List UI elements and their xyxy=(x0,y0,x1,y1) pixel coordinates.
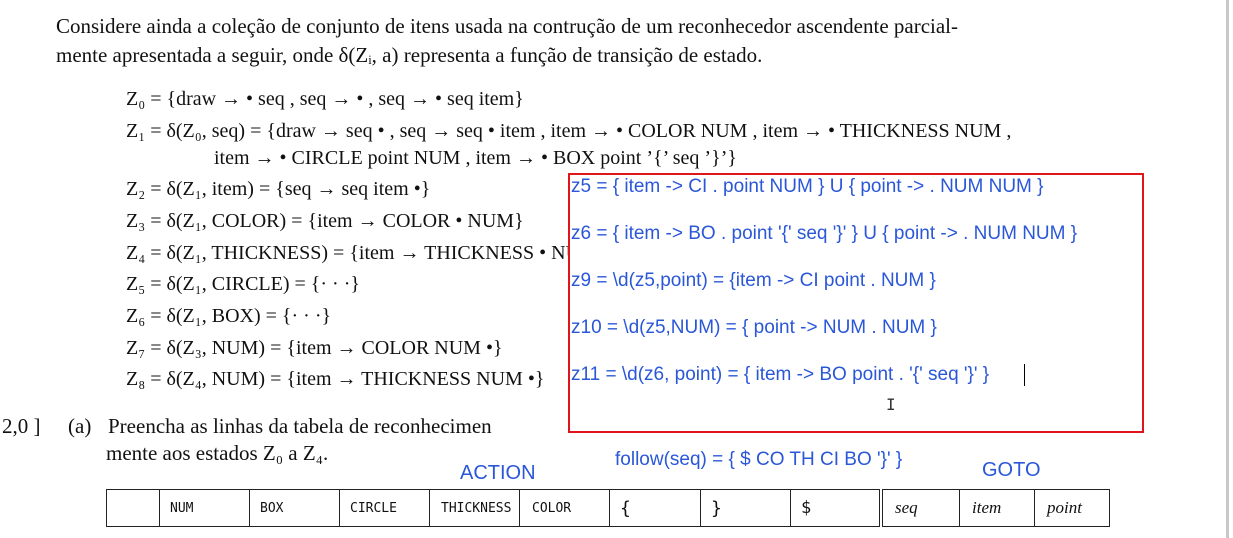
text-cursor-icon: I xyxy=(886,395,896,414)
annotation-box[interactable] xyxy=(568,173,1144,433)
note-z6[interactable]: z6 = { item -> BO . point '{' seq '}' } … xyxy=(571,223,1077,245)
equation-z0: Z₀ = {draw → • seq , seq → • , seq → • s… xyxy=(126,88,524,110)
equation-z7: Z₇ = δ(Z₃, NUM) = {item → COLOR NUM •} xyxy=(126,337,503,359)
equation-z4: Z₄ = δ(Z₁, THICKNESS) = {item → THICKNES… xyxy=(126,242,608,264)
table-header-cell: } xyxy=(700,489,791,527)
table-header-cell: COLOR xyxy=(519,489,610,527)
table-header-cell: seq xyxy=(880,489,960,527)
table-header-cell xyxy=(106,489,160,527)
question-line-2: mente aos estados Z₀ a Z₄. xyxy=(106,441,329,465)
parse-table: NUM BOX CIRCLE THICKNESS COLOR { } $ seq… xyxy=(106,489,1110,527)
note-z10[interactable]: z10 = \d(z5,NUM) = { point -> NUM . NUM … xyxy=(571,317,937,339)
equation-z8: Z₈ = δ(Z₄, NUM) = {item → THICKNESS NUM … xyxy=(126,368,545,390)
equation-z1: Z₁ = δ(Z₀, seq) = {draw → seq • , seq → … xyxy=(126,120,1012,142)
question-line-1: Preencha as linhas da tabela de reconhec… xyxy=(108,414,492,438)
table-header-cell: BOX xyxy=(249,489,340,527)
note-z11[interactable]: z11 = \d(z6, point) = { item -> BO point… xyxy=(571,364,989,386)
table-header-cell: NUM xyxy=(159,489,250,527)
question-points: 2,0 ] xyxy=(2,414,41,438)
table-header-row: NUM BOX CIRCLE THICKNESS COLOR { } $ seq… xyxy=(106,489,1110,527)
table-header-cell: point xyxy=(1034,489,1110,527)
equation-z1-cont: item → • CIRCLE point NUM , item → • BOX… xyxy=(214,147,737,169)
paragraph-line-1: Considere ainda a coleção de conjunto de… xyxy=(56,14,959,38)
table-header-cell: item xyxy=(959,489,1035,527)
table-header-cell: $ xyxy=(790,489,883,527)
text-caret xyxy=(1024,364,1025,386)
action-label: ACTION xyxy=(460,462,536,484)
equation-z2: Z₂ = δ(Z₁, item) = {seq → seq item •} xyxy=(126,178,431,200)
equation-z3: Z₃ = δ(Z₁, COLOR) = {item → COLOR • NUM} xyxy=(126,210,524,232)
table-header-cell: CIRCLE xyxy=(339,489,430,527)
note-z5[interactable]: z5 = { item -> CI . point NUM } U { poin… xyxy=(571,176,1044,198)
goto-label: GOTO xyxy=(982,459,1041,481)
paragraph-line-2: mente apresentada a seguir, onde δ(Zᵢ, a… xyxy=(56,43,763,67)
equation-z6: Z₆ = δ(Z₁, BOX) = {· · ·} xyxy=(126,305,332,327)
follow-note[interactable]: follow(seq) = { $ CO TH CI BO '}' } xyxy=(615,449,902,471)
note-z9[interactable]: z9 = \d(z5,point) = {item -> CI point . … xyxy=(571,270,936,292)
right-edge-scrollbar xyxy=(1226,0,1229,538)
table-header-cell: { xyxy=(609,489,701,527)
table-header-cell: THICKNESS xyxy=(429,489,520,527)
question-label: (a) xyxy=(68,414,92,438)
equation-z5: Z₅ = δ(Z₁, CIRCLE) = {· · ·} xyxy=(126,273,360,295)
